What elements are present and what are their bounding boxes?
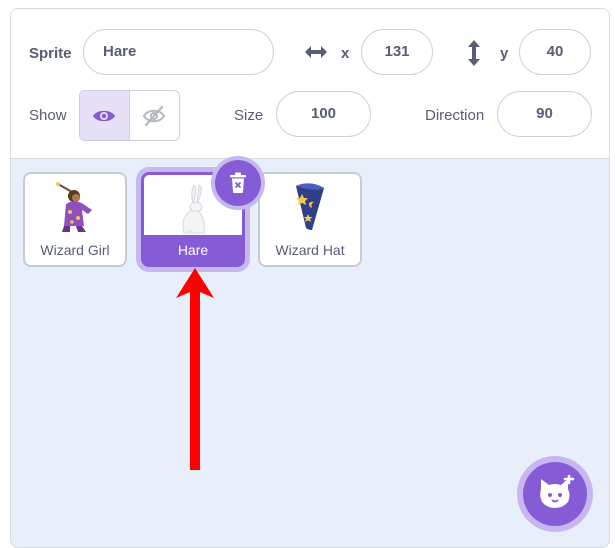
size-label: Size: [234, 107, 264, 124]
horizontal-arrows-icon: [305, 46, 327, 58]
show-label: Show: [29, 107, 67, 124]
add-sprite-button[interactable]: [517, 456, 593, 532]
sprite-tile-label: Wizard Girl: [40, 242, 110, 258]
size-input[interactable]: 100: [276, 91, 371, 137]
sprite-name-input[interactable]: Hare: [83, 29, 274, 75]
eye-slash-icon: [143, 105, 166, 126]
wizard-girl-costume-icon: [25, 180, 125, 235]
cat-plus-icon: [540, 475, 575, 508]
sprite-tile-label: Hare: [144, 235, 242, 265]
sprite-tile-wizard-girl[interactable]: Wizard Girl: [23, 172, 127, 267]
direction-label: Direction: [425, 107, 485, 124]
show-toggle-group: [79, 90, 180, 141]
sprite-tile-label: Wizard Hat: [275, 242, 345, 258]
trash-icon: [230, 172, 246, 193]
show-hidden-button[interactable]: [130, 91, 180, 140]
x-input[interactable]: 131: [361, 29, 433, 75]
sprite-label: Sprite: [29, 45, 72, 62]
x-label: x: [341, 45, 350, 62]
direction-input[interactable]: 90: [497, 91, 592, 137]
sprite-info-panel: Sprite Hare x 131 y 40 Show Size 100 Dir…: [11, 9, 609, 159]
y-label: y: [500, 45, 509, 62]
sprite-tile-wizard-hat[interactable]: Wizard Hat: [258, 172, 362, 267]
y-input[interactable]: 40: [519, 29, 591, 75]
eye-icon: [93, 110, 116, 121]
sprite-pane: Sprite Hare x 131 y 40 Show Size 100 Dir…: [10, 8, 610, 548]
show-visible-button[interactable]: [80, 91, 130, 140]
delete-sprite-button[interactable]: [215, 160, 261, 206]
wizard-hat-costume-icon: [260, 180, 360, 235]
vertical-arrows-icon: [468, 40, 480, 66]
